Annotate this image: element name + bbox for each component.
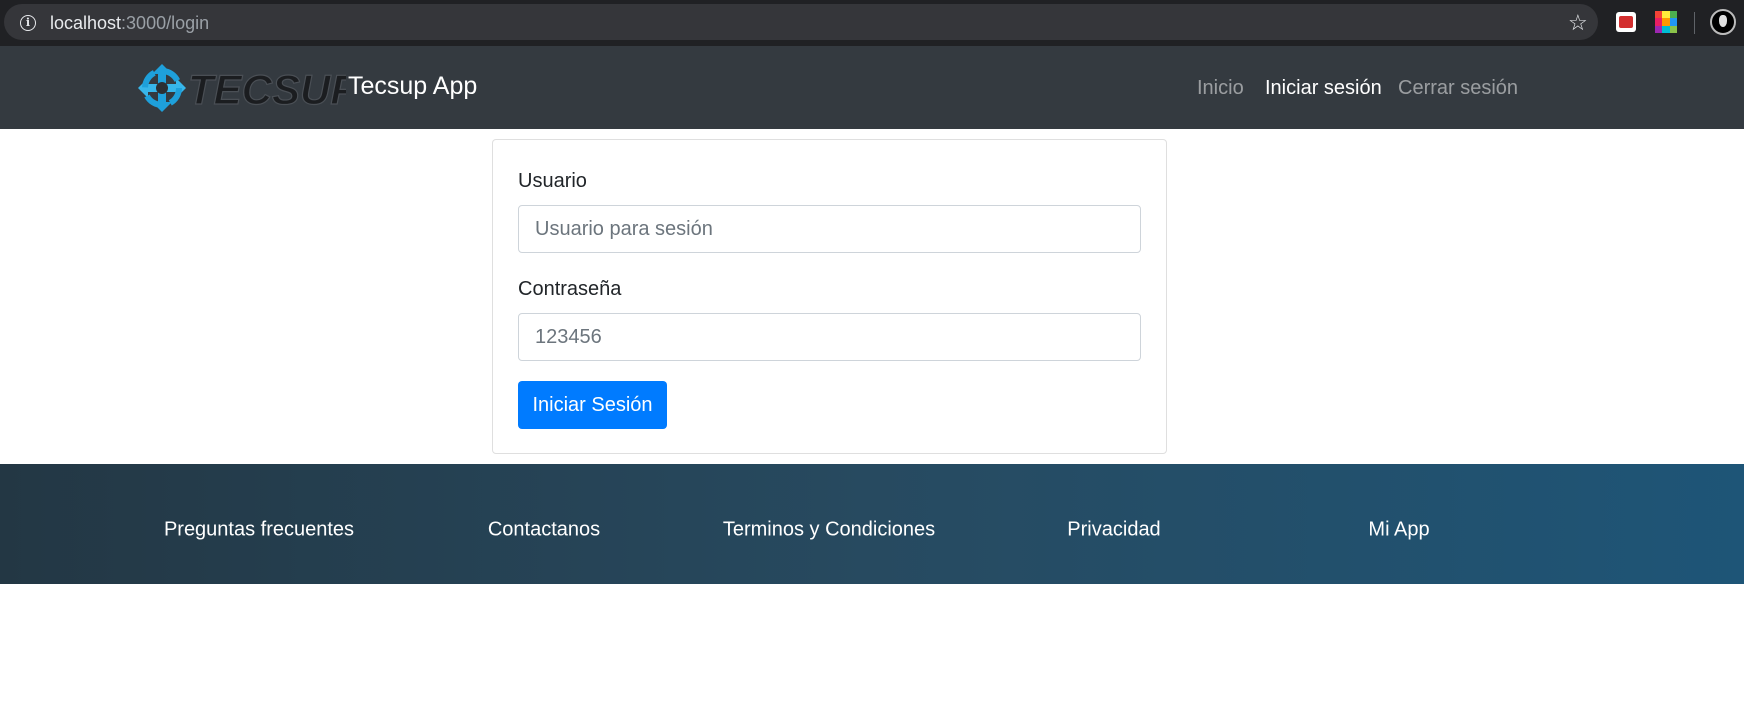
url-host: localhost xyxy=(50,13,122,33)
extension-colorpicker-icon[interactable] xyxy=(1655,11,1677,33)
url-path: :3000/login xyxy=(121,13,210,33)
profile-avatar[interactable] xyxy=(1710,9,1736,35)
url-text[interactable]: localhost:3000/login xyxy=(50,13,209,34)
nav-link-cerrar-sesion[interactable]: Cerrar sesión xyxy=(1398,77,1518,100)
bookmark-star-icon[interactable]: ☆ xyxy=(1568,10,1588,36)
footer-link-faq[interactable]: Preguntas frecuentes xyxy=(164,519,354,542)
username-label: Usuario xyxy=(518,170,587,192)
footer-link-terms[interactable]: Terminos y Condiciones xyxy=(723,519,935,542)
logo-wordmark: TECSUP xyxy=(188,66,346,113)
nav-link-inicio[interactable]: Inicio xyxy=(1197,77,1244,100)
password-input[interactable] xyxy=(518,313,1141,361)
address-bar[interactable]: i localhost:3000/login ☆ xyxy=(4,4,1598,40)
toolbar-divider xyxy=(1694,12,1695,34)
tecsup-logo[interactable]: TECSUP xyxy=(134,60,346,116)
login-card: Usuario Contraseña Iniciar Sesión xyxy=(492,139,1167,454)
footer-link-privacy[interactable]: Privacidad xyxy=(1067,519,1160,542)
brand-title[interactable]: Tecsup App xyxy=(348,72,477,101)
username-input[interactable] xyxy=(518,205,1141,253)
footer-link-contact[interactable]: Contactanos xyxy=(488,519,600,542)
password-label: Contraseña xyxy=(518,278,622,300)
extension-pocket-icon[interactable] xyxy=(1616,12,1636,32)
login-submit-button[interactable]: Iniciar Sesión xyxy=(518,381,667,429)
footer-link-my-app[interactable]: Mi App xyxy=(1368,519,1429,542)
nav-link-iniciar-sesion[interactable]: Iniciar sesión xyxy=(1265,77,1382,100)
info-icon[interactable]: i xyxy=(20,15,36,31)
browser-chrome: i localhost:3000/login ☆ xyxy=(0,0,1744,46)
footer: Preguntas frecuentes Contactanos Termino… xyxy=(0,464,1744,584)
navbar: TECSUP Tecsup App Inicio Iniciar sesión … xyxy=(0,46,1744,129)
